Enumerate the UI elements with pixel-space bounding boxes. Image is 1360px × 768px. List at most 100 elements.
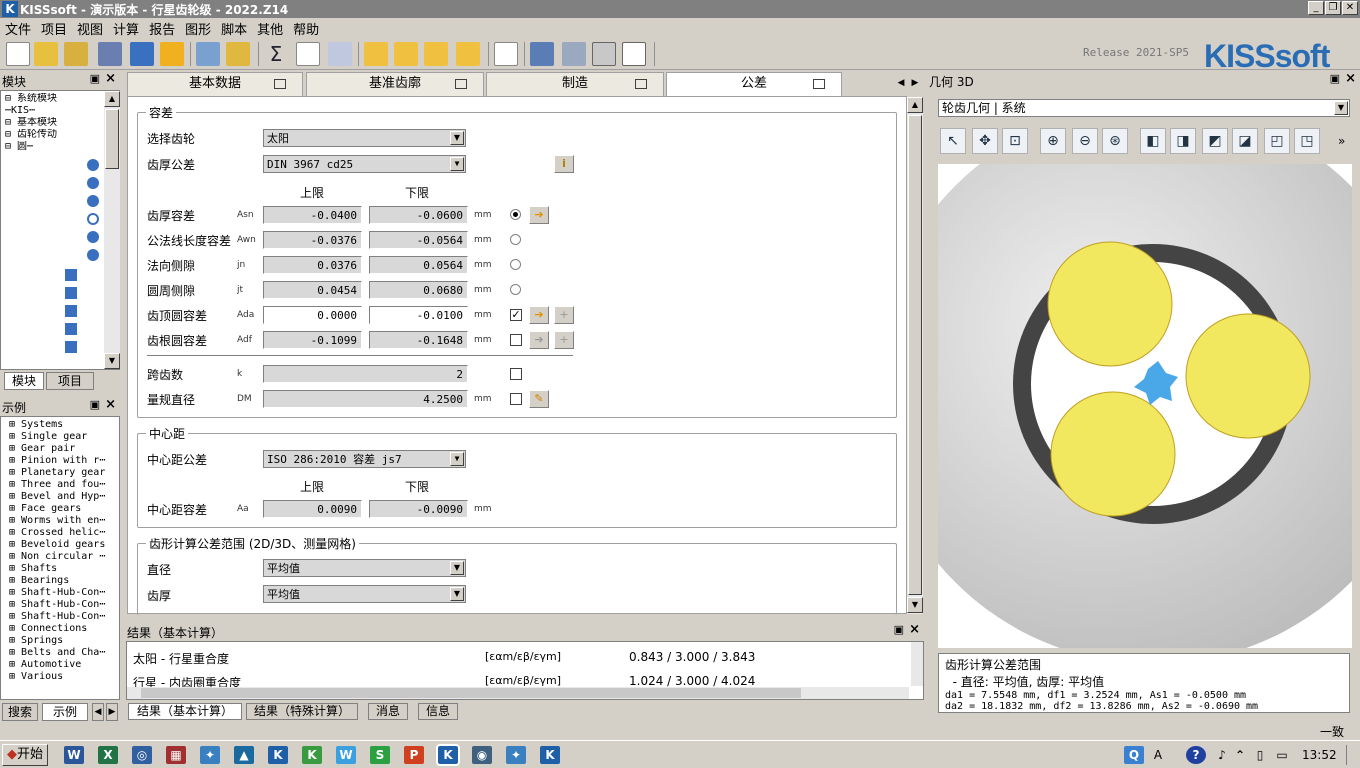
menu-report[interactable]: 报告 — [144, 18, 180, 38]
expand-icon[interactable]: ⊞ — [9, 539, 21, 550]
view-left-icon[interactable]: ◩ — [1202, 128, 1228, 154]
menu-file[interactable]: 文件 — [0, 18, 36, 38]
tab-float-icon[interactable] — [455, 79, 467, 89]
pin-icon[interactable]: ▣ — [90, 398, 100, 411]
powerpoint-icon[interactable]: P — [404, 746, 424, 764]
span-checkbox[interactable] — [510, 368, 522, 380]
font-icon[interactable]: A — [1148, 746, 1168, 764]
tree-gears[interactable]: ⊟ 齿轮传动 — [5, 129, 119, 141]
example-item[interactable]: ⊞ Crossed helic⋯ — [9, 527, 119, 539]
view-right-icon[interactable]: ◪ — [1232, 128, 1258, 154]
menu-graphics[interactable]: 图形 — [180, 18, 216, 38]
plus-icon[interactable]: + — [554, 306, 574, 324]
expand-icon[interactable]: ⊞ — [9, 503, 21, 514]
example-item[interactable]: ⊞ Shafts — [9, 563, 119, 575]
close-icon[interactable]: × — [1345, 71, 1356, 86]
download-icon[interactable] — [530, 42, 554, 66]
rack-icon[interactable] — [87, 195, 99, 207]
jt-radio[interactable] — [510, 284, 521, 295]
ball-checkbox[interactable] — [510, 393, 522, 405]
network-icon[interactable]: ✦ — [200, 746, 220, 764]
expand-icon[interactable]: ⊞ — [9, 551, 21, 562]
tab-results-basic[interactable]: 结果（基本计算） — [128, 703, 242, 720]
close-button[interactable]: ✕ — [1342, 1, 1358, 15]
search-app-icon[interactable]: ◉ — [472, 746, 492, 764]
form-scrollbar[interactable]: ▲ ▼ — [907, 97, 923, 614]
view-front-icon[interactable]: ◧ — [1140, 128, 1166, 154]
center-distance-tolerance-dropdown[interactable]: ISO 286:2010 容差 js7 ▼ — [263, 450, 466, 468]
import-icon[interactable] — [226, 42, 250, 66]
tab-basic-data[interactable]: 基本数据 — [127, 72, 303, 96]
example-item[interactable]: ⊞ Systems — [9, 419, 119, 431]
sizing-arrow-icon[interactable]: ➔ — [529, 331, 549, 349]
expand-icon[interactable]: ⊞ — [9, 671, 21, 682]
zoom-out-icon[interactable]: ⊖ — [1072, 128, 1098, 154]
example-item[interactable]: ⊞ Three and fou⋯ — [9, 479, 119, 491]
menu-other[interactable]: 其他 — [252, 18, 288, 38]
select-gear-dropdown[interactable]: 太阳 ▼ — [263, 129, 466, 147]
example-item[interactable]: ⊞ Automotive — [9, 659, 119, 671]
three-gear-icon[interactable] — [87, 231, 99, 243]
examples-tree[interactable]: ⊞ Systems ⊞ Single gear ⊞ Gear pair ⊞ Pinio… — [0, 416, 120, 700]
example-item[interactable]: ⊞ Pinion with r⋯ — [9, 455, 119, 467]
ada-checkbox[interactable]: ✓ — [510, 309, 522, 321]
view-back-icon[interactable]: ◨ — [1170, 128, 1196, 154]
jt-lower-field[interactable]: 0.0680 — [369, 281, 468, 299]
edit-notes-icon[interactable] — [494, 42, 518, 66]
menu-project[interactable]: 项目 — [36, 18, 72, 38]
thickness-dropdown[interactable]: 平均值 ▼ — [263, 585, 466, 603]
email-icon[interactable] — [130, 42, 154, 66]
tooth-tolerance-dropdown[interactable]: DIN 3967 cd25 ▼ — [263, 155, 466, 173]
example-item[interactable]: ⊞ Worms with en⋯ — [9, 515, 119, 527]
new-file-icon[interactable] — [6, 42, 30, 66]
info-icon[interactable]: i — [554, 155, 574, 173]
menu-calc[interactable]: 计算 — [108, 18, 144, 38]
ada-lower-field[interactable]: -0.0100 — [369, 306, 468, 324]
sizing-icon-2[interactable] — [394, 42, 418, 66]
asn-lower-field[interactable]: -0.0600 — [369, 206, 468, 224]
worm-icon[interactable] — [65, 305, 77, 317]
sizing-icon-3[interactable] — [424, 42, 448, 66]
sizing-icon-4[interactable] — [456, 42, 480, 66]
tab-project[interactable]: 项目 — [46, 372, 94, 390]
expand-icon[interactable]: ⊞ — [9, 431, 21, 442]
show-desktop-button[interactable] — [1346, 745, 1356, 765]
expand-icon[interactable]: ⊞ — [9, 587, 21, 598]
expand-icon[interactable]: ⊞ — [9, 491, 21, 502]
sizing-arrow-icon[interactable]: ➔ — [529, 306, 549, 324]
pin-icon[interactable]: ▣ — [1330, 72, 1340, 85]
expand-icon[interactable]: ⊞ — [9, 611, 21, 622]
wps-icon[interactable]: W — [336, 746, 356, 764]
calendar-icon[interactable]: ▦ — [166, 746, 186, 764]
tab-info[interactable]: 信息 — [418, 703, 458, 720]
tab-examples[interactable]: 示例 — [42, 703, 88, 721]
expand-icon[interactable]: ⊞ — [9, 563, 21, 574]
jt-upper-field[interactable]: 0.0454 — [263, 281, 362, 299]
tab-float-icon[interactable] — [813, 79, 825, 89]
tab-float-icon[interactable] — [635, 79, 647, 89]
undo-icon[interactable] — [160, 42, 184, 66]
chevron-up-icon[interactable]: ⌃ — [1230, 746, 1250, 764]
planetary-gear-icon[interactable] — [87, 213, 99, 225]
example-item[interactable]: ⊞ Single gear — [9, 431, 119, 443]
wrench-icon[interactable]: ✎ — [529, 390, 549, 408]
menu-script[interactable]: 脚本 — [216, 18, 252, 38]
tab-scroll-left[interactable]: ◀ — [92, 703, 104, 721]
awn-radio[interactable] — [510, 234, 521, 245]
gear-pair-icon[interactable] — [87, 177, 99, 189]
example-item[interactable]: ⊞ Beveloid gears — [9, 539, 119, 551]
restore-button[interactable]: ❐ — [1325, 1, 1341, 15]
adf-checkbox[interactable] — [510, 334, 522, 346]
menu-help[interactable]: 帮助 — [288, 18, 324, 38]
pin-icon[interactable]: ▣ — [90, 72, 100, 85]
zoom-in-icon[interactable]: ⊕ — [1040, 128, 1066, 154]
export-icon[interactable] — [196, 42, 220, 66]
pan-icon[interactable]: ✥ — [972, 128, 998, 154]
word-icon[interactable]: W — [64, 746, 84, 764]
expand-icon[interactable]: ⊞ — [9, 419, 21, 430]
sizing-arrow-icon[interactable]: ➔ — [529, 206, 549, 224]
save-icon[interactable] — [98, 42, 122, 66]
close-icon[interactable]: × — [909, 622, 920, 637]
example-item[interactable]: ⊞ Shaft-Hub-Con⋯ — [9, 611, 119, 623]
zoom-fit-icon[interactable]: ⊛ — [1102, 128, 1128, 154]
